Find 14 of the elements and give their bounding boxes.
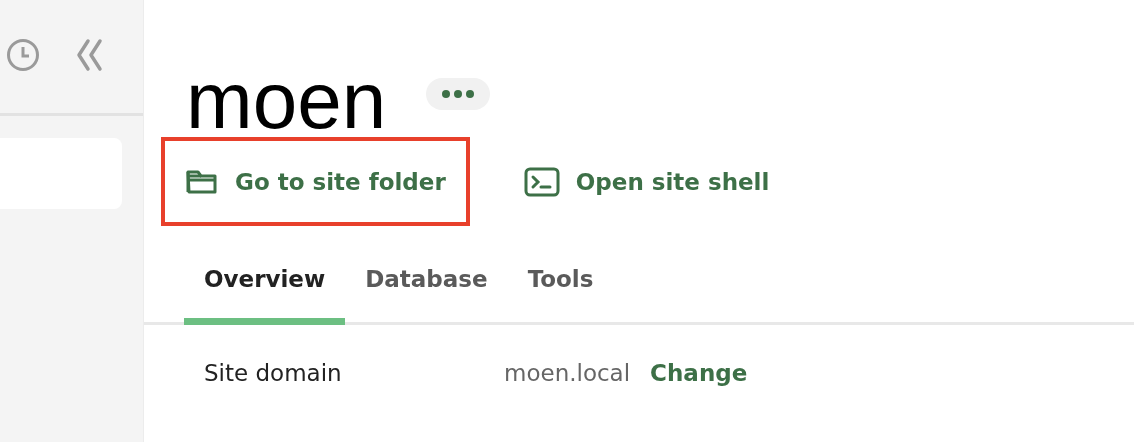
tab[interactable]: Tools xyxy=(507,252,614,325)
terminal-icon xyxy=(523,166,560,197)
field-label: Site domain xyxy=(204,359,343,386)
action-link[interactable]: Go to site folder xyxy=(161,137,470,226)
tab[interactable]: Database xyxy=(345,252,508,325)
site-title: moen xyxy=(186,62,387,140)
change-link[interactable]: Change xyxy=(650,359,748,386)
folder-icon xyxy=(185,168,219,195)
collapse-icon[interactable] xyxy=(74,38,104,72)
field-value: moen.local xyxy=(504,359,631,386)
clock-icon[interactable] xyxy=(6,38,40,72)
more-button[interactable] xyxy=(426,78,491,110)
tab[interactable]: Overview xyxy=(184,252,346,325)
action-link[interactable]: Open site shell xyxy=(499,137,794,226)
